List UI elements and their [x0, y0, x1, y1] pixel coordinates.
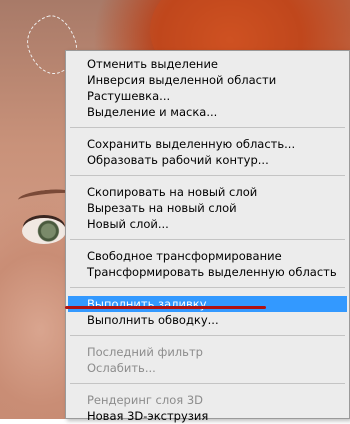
menu-item-layer-via-copy[interactable]: Скопировать на новый слой	[66, 184, 349, 200]
context-menu: Отменить выделение Инверсия выделенной о…	[65, 50, 350, 423]
menu-separator	[70, 239, 345, 240]
menu-separator	[70, 335, 345, 336]
annotation-underline	[65, 306, 266, 309]
menu-item-last-filter: Последний фильтр	[87, 345, 203, 359]
menu-item-save-selection[interactable]: Сохранить выделенную область...	[66, 136, 349, 152]
menu-separator	[70, 127, 345, 128]
menu-item-make-work-path[interactable]: Образовать рабочий контур...	[66, 152, 349, 168]
menu-item-new-layer[interactable]: Новый слой...	[66, 216, 349, 232]
menu-separator	[70, 287, 345, 288]
menu-item-free-transform[interactable]: Свободное трансформирование	[66, 248, 349, 264]
menu-item-fill[interactable]: Выполнить заливку...	[68, 296, 347, 312]
menu-item-layer-via-cut[interactable]: Вырезать на новый слой	[66, 200, 349, 216]
menu-item-deselect[interactable]: Отменить выделение	[66, 56, 349, 72]
menu-item-render-3d-layer: Рендеринг слоя 3D	[87, 393, 203, 407]
menu-item-stroke[interactable]: Выполнить обводку...	[66, 312, 349, 328]
eye	[22, 218, 66, 244]
menu-item-new-3d-extrusion[interactable]: Новая 3D-экструзия	[66, 408, 349, 424]
menu-separator	[70, 175, 345, 176]
menu-item-feather[interactable]: Растушевка...	[66, 88, 349, 104]
menu-item-inverse-selection[interactable]: Инверсия выделенной области	[66, 72, 349, 88]
menu-item-fade: Ослабить...	[87, 361, 156, 375]
menu-item-transform-selection[interactable]: Трансформировать выделенную область	[66, 264, 349, 280]
menu-item-select-and-mask[interactable]: Выделение и маска...	[66, 104, 349, 120]
menu-separator	[70, 383, 345, 384]
